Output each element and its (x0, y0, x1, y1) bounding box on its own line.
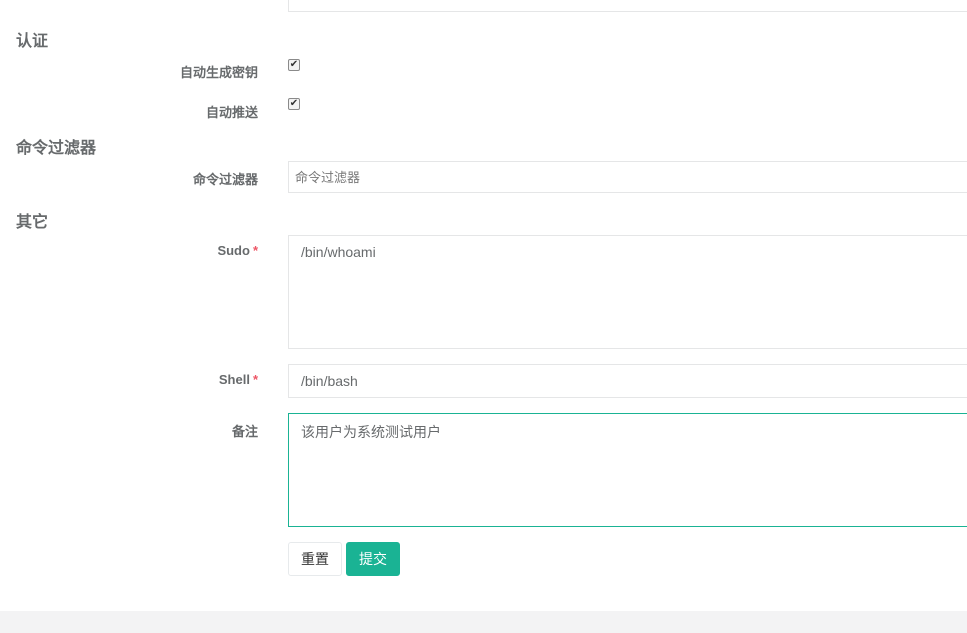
sudo-label: Sudo * (0, 243, 258, 258)
required-mark: * (252, 243, 258, 258)
comment-textarea[interactable]: 该用户为系统测试用户 (288, 413, 967, 527)
shell-input[interactable] (288, 364, 967, 398)
checkmark-icon: ✔ (289, 59, 299, 70)
auto-push-checkbox[interactable]: ✔ (288, 98, 300, 110)
sudo-label-text: Sudo (217, 243, 250, 258)
command-filter-select[interactable] (288, 161, 967, 193)
submit-button[interactable]: 提交 (346, 542, 400, 576)
sudo-textarea[interactable]: /bin/whoami (288, 235, 967, 349)
shell-label: Shell * (0, 372, 258, 387)
comment-label: 备注 (231, 424, 258, 439)
command-filter-label: 命令过滤器 (192, 172, 258, 187)
footer-bar (0, 611, 967, 633)
checkmark-icon: ✔ (289, 98, 299, 109)
auto-generate-key-label: 自动生成密钥 (179, 65, 258, 80)
required-mark: * (252, 372, 258, 387)
section-title-command-filter: 命令过滤器 (16, 140, 97, 157)
auto-generate-key-checkbox[interactable]: ✔ (288, 59, 300, 71)
section-title-other: 其它 (16, 214, 49, 231)
previous-input-field[interactable] (288, 0, 967, 12)
auto-push-label: 自动推送 (205, 105, 258, 120)
section-title-auth: 认证 (16, 33, 49, 50)
user-form-page: 认证 自动生成密钥 ✔ 自动推送 ✔ 命令过滤器 命令过滤器 其它 Sudo* … (0, 0, 967, 633)
reset-button[interactable]: 重置 (288, 542, 342, 576)
shell-label-text: Shell (218, 372, 250, 387)
